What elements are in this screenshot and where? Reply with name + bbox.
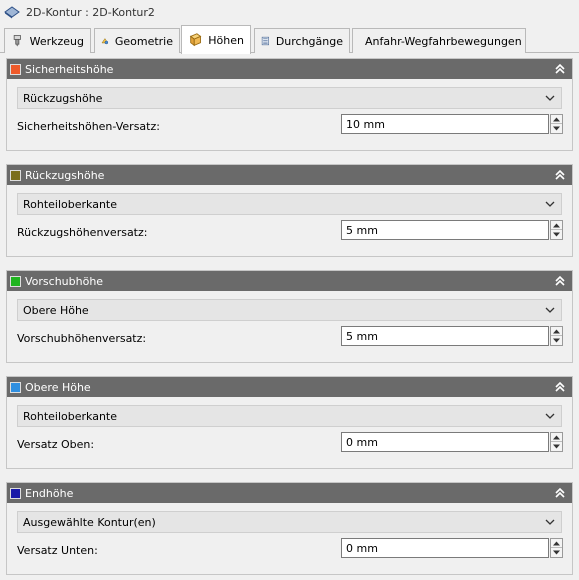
panel-header[interactable]: Obere Höhe	[7, 377, 572, 397]
chevron-down-icon	[545, 519, 555, 525]
offset-input[interactable]	[341, 114, 549, 134]
panel-title: Rückzugshöhe	[25, 168, 105, 182]
chevron-down-icon	[545, 95, 555, 101]
spin-down-icon	[553, 232, 560, 237]
panel-vorschubhoehe: Vorschubhöhe Obere Höhe Vorschubhöhenver…	[6, 270, 573, 363]
spin-up-icon	[553, 435, 560, 439]
tab-label: Durchgänge	[275, 34, 343, 48]
offset-input[interactable]	[341, 220, 549, 240]
tool-icon	[13, 35, 21, 47]
color-swatch	[10, 275, 21, 287]
spin-down-button[interactable]	[551, 124, 562, 133]
panel-rueckzugshoehe: Rückzugshöhe Rohteiloberkante Rückzugshö…	[6, 164, 573, 257]
spin-buttons	[550, 326, 563, 346]
panel-header[interactable]: Sicherheitshöhe	[7, 59, 572, 79]
spin-down-icon	[553, 550, 560, 555]
tab-werkzeug[interactable]: Werkzeug	[4, 28, 91, 53]
panel-header[interactable]: Vorschubhöhe	[7, 271, 572, 291]
tab-durchgaenge[interactable]: Durchgänge	[254, 28, 350, 53]
offset-spinbox	[341, 220, 563, 240]
spin-buttons	[550, 220, 563, 240]
collapse-icon[interactable]	[554, 168, 566, 182]
panel-endhoehe: Endhöhe Ausgewählte Kontur(en) Versatz U…	[6, 482, 573, 575]
color-swatch	[10, 487, 21, 499]
dropdown-value: Ausgewählte Kontur(en)	[23, 515, 156, 529]
offset-input[interactable]	[341, 326, 549, 346]
spin-up-icon	[553, 117, 560, 121]
tab-label: Werkzeug	[29, 34, 84, 48]
spin-buttons	[550, 432, 563, 452]
panel-title: Sicherheitshöhe	[25, 62, 114, 76]
tab-bar: Werkzeug Geometrie Höhen Durchgänge Anfa…	[0, 24, 579, 54]
dropdown-value: Rückzugshöhe	[23, 91, 103, 105]
offset-input[interactable]	[341, 538, 549, 558]
spin-up-icon	[553, 223, 560, 227]
chevron-down-icon	[545, 413, 555, 419]
spin-down-icon	[553, 444, 560, 449]
collapse-icon[interactable]	[554, 62, 566, 76]
spin-up-button[interactable]	[551, 433, 562, 442]
tab-label: Anfahr-Wegfahrbewegungen	[365, 34, 522, 48]
tab-label: Höhen	[208, 33, 244, 47]
panel-obere-hoehe: Obere Höhe Rohteiloberkante Versatz Oben…	[6, 376, 573, 469]
panel-header[interactable]: Endhöhe	[7, 483, 572, 503]
offset-spinbox	[341, 538, 563, 558]
geometry-icon	[101, 38, 109, 45]
dropdown-value: Rohteiloberkante	[23, 197, 118, 211]
height-source-dropdown[interactable]: Rohteiloberkante	[17, 193, 562, 215]
spin-buttons	[550, 114, 563, 134]
offset-label: Versatz Oben:	[17, 438, 95, 451]
passes-icon	[261, 36, 269, 46]
color-swatch	[10, 63, 21, 75]
height-source-dropdown[interactable]: Rohteiloberkante	[17, 405, 562, 427]
spin-up-button[interactable]	[551, 539, 562, 548]
dropdown-value: Obere Höhe	[23, 303, 89, 317]
heights-icon	[189, 33, 202, 47]
spin-down-icon	[553, 126, 560, 131]
offset-label: Sicherheitshöhen-Versatz:	[17, 120, 160, 133]
chevron-down-icon	[545, 201, 555, 207]
spin-down-button[interactable]	[551, 442, 562, 451]
window-title: 2D-Kontur : 2D-Kontur2	[26, 5, 155, 19]
offset-spinbox	[341, 432, 563, 452]
offset-spinbox	[341, 114, 563, 134]
contour-icon	[4, 6, 20, 19]
offset-label: Versatz Unten:	[17, 544, 98, 557]
collapse-icon[interactable]	[554, 380, 566, 394]
height-source-dropdown[interactable]: Ausgewählte Kontur(en)	[17, 511, 562, 533]
panel-title: Endhöhe	[25, 486, 74, 500]
offset-spinbox	[341, 326, 563, 346]
color-swatch	[10, 169, 21, 181]
color-swatch	[10, 381, 21, 393]
tab-geometrie[interactable]: Geometrie	[94, 28, 180, 53]
panel-title: Obere Höhe	[25, 380, 91, 394]
tab-anfahr-wegfahrbewegungen[interactable]: Anfahr-Wegfahrbewegungen	[352, 28, 526, 53]
collapse-icon[interactable]	[554, 274, 566, 288]
spin-buttons	[550, 538, 563, 558]
spin-up-icon	[553, 541, 560, 545]
window-titlebar: 2D-Kontur : 2D-Kontur2	[0, 0, 579, 24]
spin-up-button[interactable]	[551, 115, 562, 124]
tab-label: Geometrie	[114, 34, 173, 48]
dropdown-value: Rohteiloberkante	[23, 409, 118, 423]
spin-up-button[interactable]	[551, 327, 562, 336]
spin-down-button[interactable]	[551, 230, 562, 239]
panel-title: Vorschubhöhe	[25, 274, 104, 288]
tab-hoehen[interactable]: Höhen	[181, 25, 251, 54]
spin-down-button[interactable]	[551, 548, 562, 557]
panel-header[interactable]: Rückzugshöhe	[7, 165, 572, 185]
offset-input[interactable]	[341, 432, 549, 452]
panel-sicherheitshoehe: Sicherheitshöhe Rückzugshöhe Sicherheits…	[6, 58, 573, 151]
height-source-dropdown[interactable]: Obere Höhe	[17, 299, 562, 321]
height-source-dropdown[interactable]: Rückzugshöhe	[17, 87, 562, 109]
spin-down-icon	[553, 338, 560, 343]
spin-up-icon	[553, 329, 560, 333]
collapse-icon[interactable]	[554, 486, 566, 500]
offset-label: Vorschubhöhenversatz:	[17, 332, 147, 345]
chevron-down-icon	[545, 307, 555, 313]
spin-down-button[interactable]	[551, 336, 562, 345]
offset-label: Rückzugshöhenversatz:	[17, 226, 148, 239]
spin-up-button[interactable]	[551, 221, 562, 230]
